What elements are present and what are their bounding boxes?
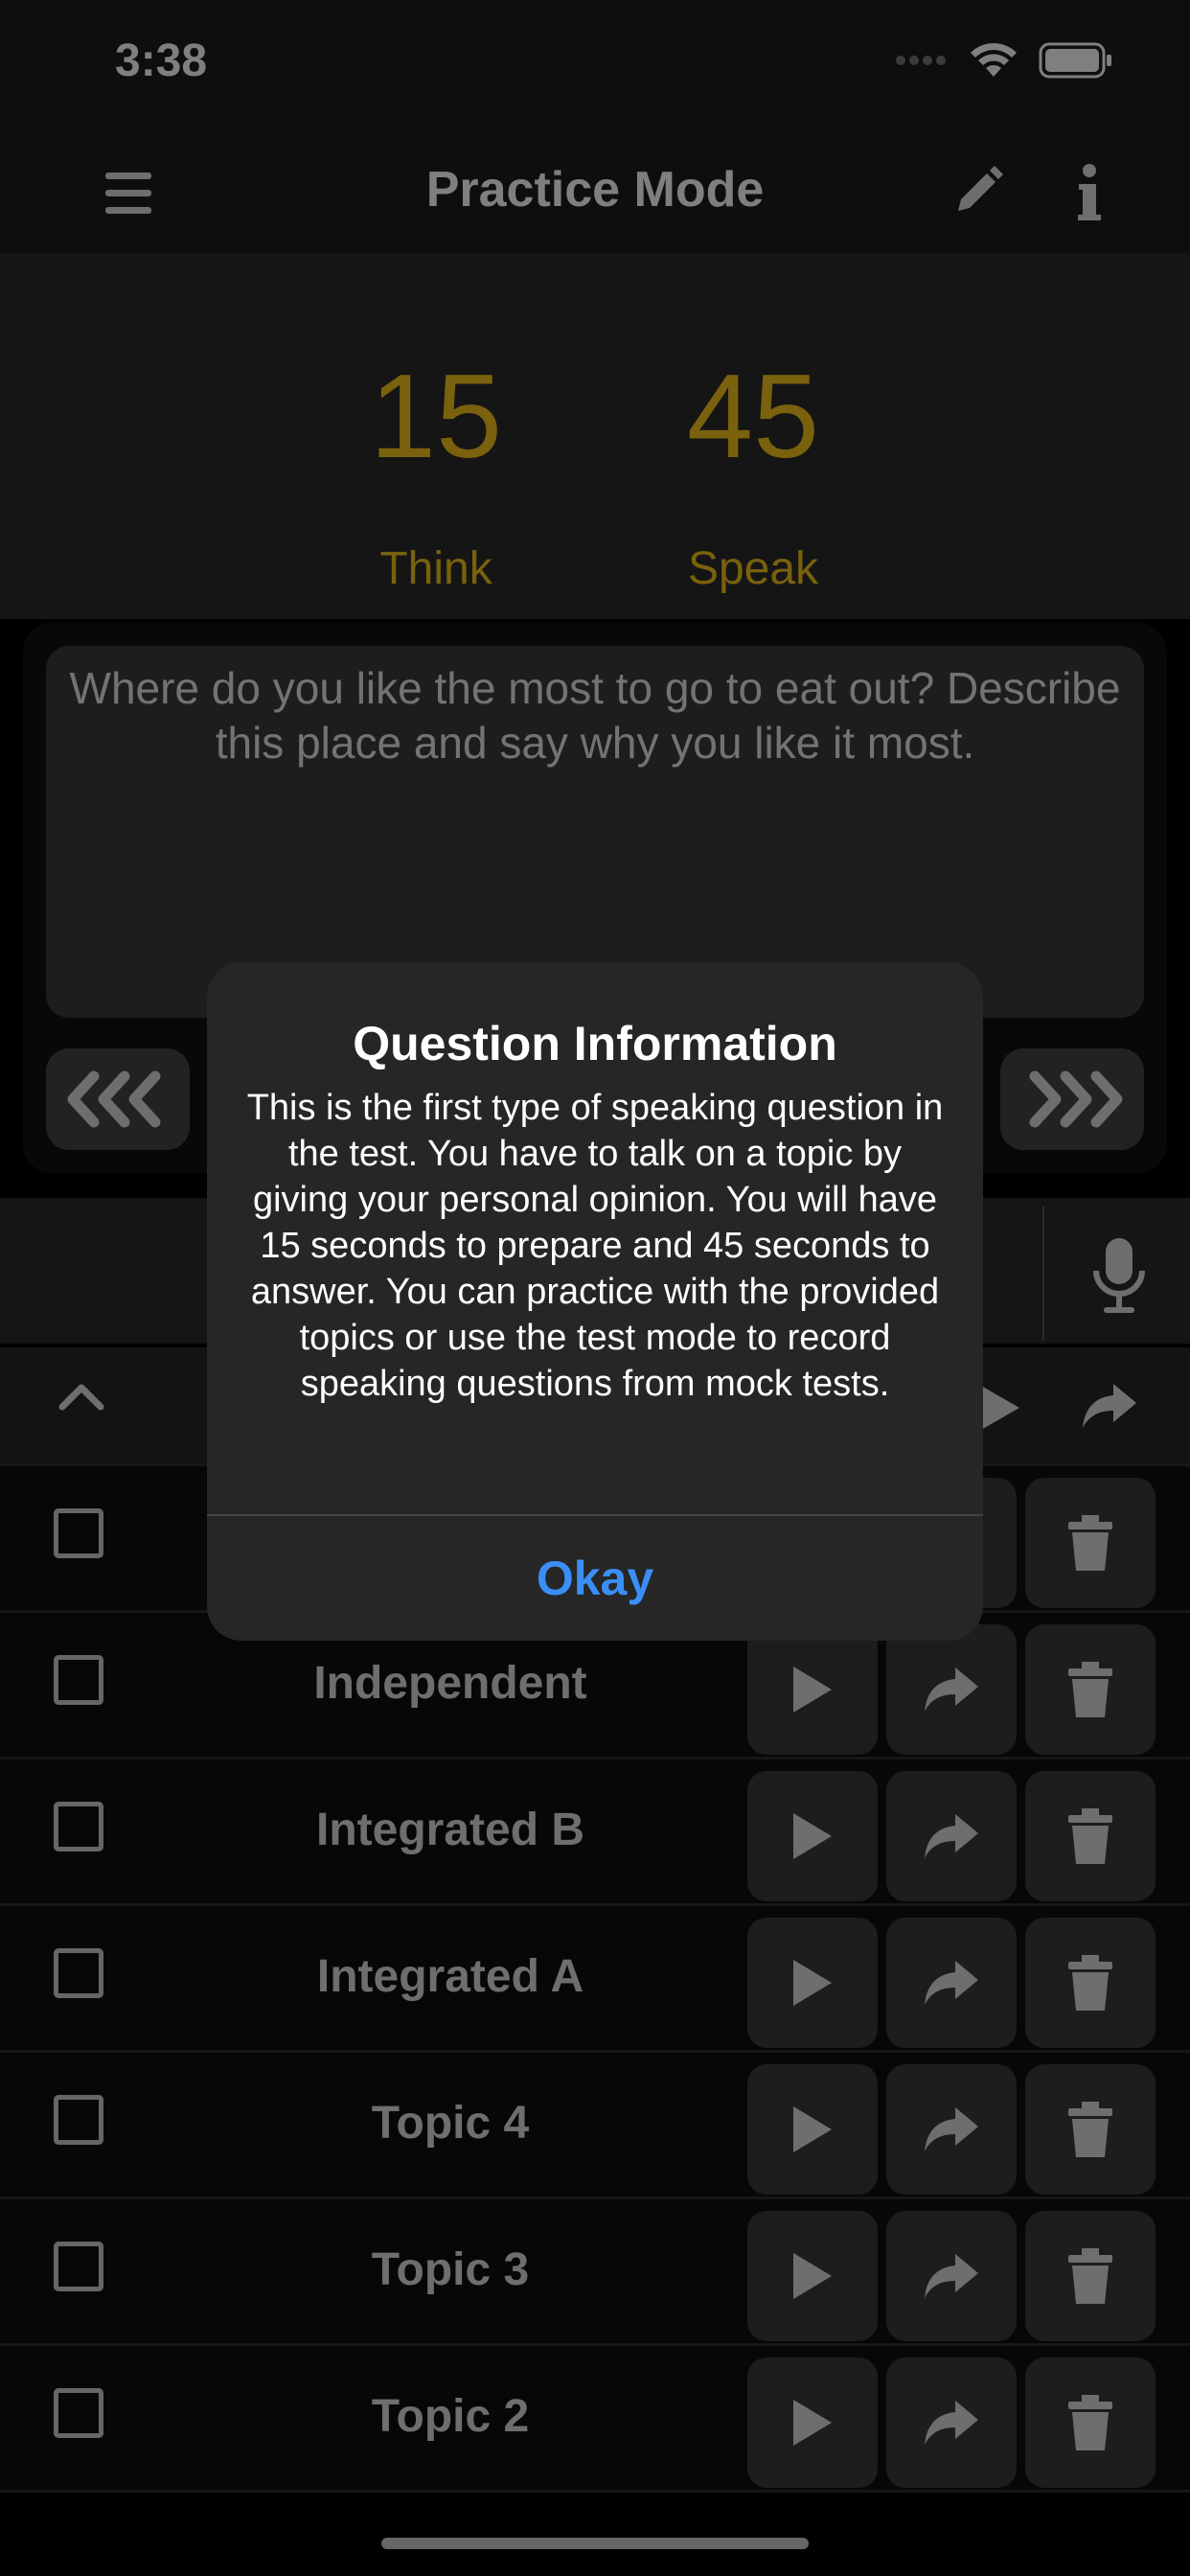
alert-message: This is the first type of speaking quest… xyxy=(246,1088,944,1404)
question-information-alert: Question Information This is the first t… xyxy=(207,962,983,1641)
alert-title: Question Information xyxy=(353,1017,837,1070)
okay-button[interactable]: Okay xyxy=(207,1516,983,1641)
